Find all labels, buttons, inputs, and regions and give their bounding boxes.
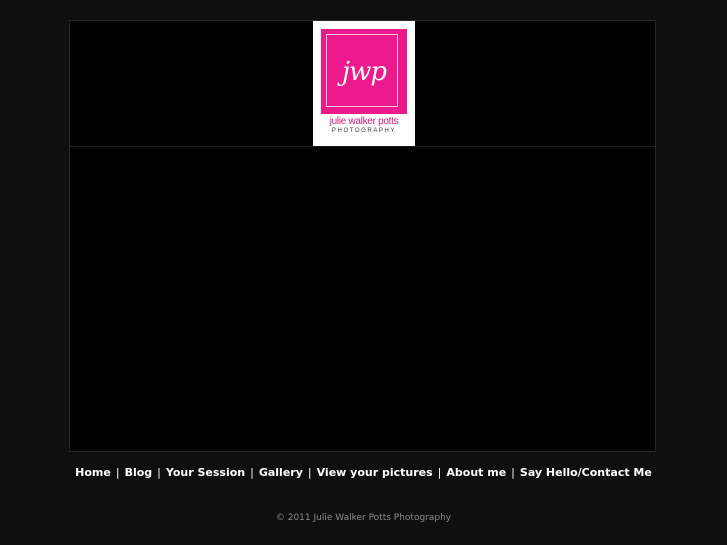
logo-name: julie walker potts	[329, 116, 399, 127]
header: jwp julie walker potts PHOTOGRAPHY	[70, 21, 655, 147]
nav-home[interactable]: Home	[75, 466, 111, 479]
nav-contact[interactable]: Say Hello/Contact Me	[520, 466, 652, 479]
nav-separator: |	[437, 466, 442, 479]
main-nav: Home | Blog | Your Session | Gallery | View your…	[0, 466, 727, 479]
logo-monogram: jwp	[342, 57, 387, 87]
logo-square: jwp	[321, 29, 407, 114]
nav-about-me[interactable]: About me	[446, 466, 506, 479]
nav-your-session[interactable]: Your Session	[166, 466, 245, 479]
nav-separator: |	[511, 466, 515, 479]
nav-separator: |	[307, 466, 312, 479]
nav-view-your-pictures[interactable]: View your pictures	[317, 466, 433, 479]
nav-separator: |	[115, 466, 120, 479]
logo-subtitle: PHOTOGRAPHY	[331, 128, 397, 134]
main-frame: jwp julie walker potts PHOTOGRAPHY	[69, 20, 656, 452]
site-logo[interactable]: jwp julie walker potts PHOTOGRAPHY	[313, 21, 415, 146]
content-area	[70, 147, 655, 451]
nav-separator: |	[250, 466, 254, 479]
nav-blog[interactable]: Blog	[125, 466, 153, 479]
nav-separator: |	[157, 466, 161, 479]
nav-gallery[interactable]: Gallery	[259, 466, 303, 479]
footer-copyright: © 2011 Julie Walker Potts Photography	[275, 513, 452, 523]
